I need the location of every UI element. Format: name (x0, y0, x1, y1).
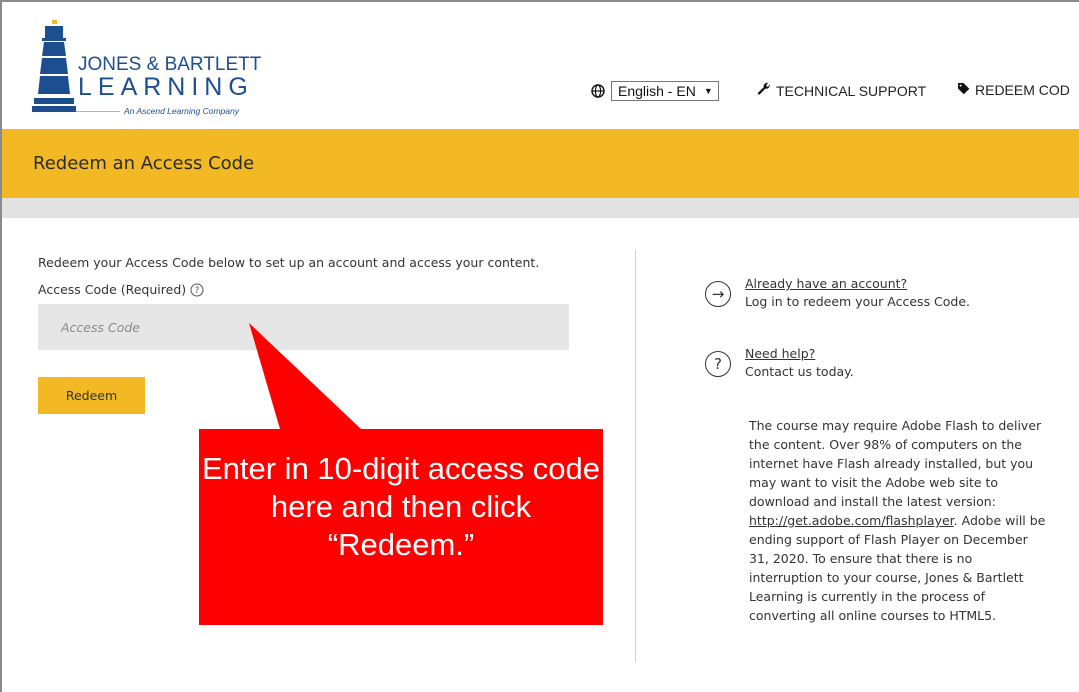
title-bar-shadow-strip (2, 198, 1079, 218)
logo-learning-line: LEARNING (78, 73, 254, 101)
logo-tag-rule (76, 111, 120, 112)
logo-tagline: An Ascend Learning Company (124, 106, 239, 116)
flash-notice: The course may require Adobe Flash to de… (749, 416, 1049, 625)
access-code-label-group: Access Code (Required) ? (38, 282, 204, 297)
nav-technical-support-label: TECHNICAL SUPPORT (776, 82, 927, 99)
flash-notice-intro: The course may require Adobe Flash to de… (749, 418, 1042, 509)
question-circle-icon[interactable]: ? (190, 283, 204, 297)
need-help-link[interactable]: Need help? (745, 346, 854, 361)
caret-down-icon: ▼ (703, 86, 713, 96)
adobe-flash-link[interactable]: http://get.adobe.com/flashplayer (749, 513, 954, 528)
flash-notice-outro: . Adobe will be ending support of Flash … (749, 513, 1046, 623)
need-help-row: ? Need help? Contact us today. (705, 346, 854, 379)
tag-icon (957, 82, 970, 98)
svg-text:?: ? (195, 286, 200, 296)
access-code-label: Access Code (Required) (38, 282, 187, 297)
globe-icon (591, 84, 605, 98)
instruction-callout: Enter in 10-digit access code here and t… (199, 323, 603, 625)
redeem-button[interactable]: Redeem (38, 377, 145, 414)
need-help-text: Contact us today. (745, 364, 854, 379)
account-help-row: → Already have an account? Log in to red… (705, 276, 970, 309)
already-have-account-link[interactable]: Already have an account? (745, 276, 970, 291)
language-selector-group: English - EN ▼ (591, 81, 719, 101)
callout-text: Enter in 10-digit access code here and t… (201, 451, 601, 562)
nav-technical-support[interactable]: TECHNICAL SUPPORT (757, 82, 926, 99)
page-title-bar: Redeem an Access Code (2, 129, 1079, 198)
language-select-value: English - EN (618, 83, 696, 99)
lighthouse-icon (32, 20, 76, 112)
language-select[interactable]: English - EN ▼ (611, 81, 719, 101)
intro-text: Redeem your Access Code below to set up … (38, 255, 540, 270)
nav-redeem-code-label: REDEEM COD (975, 82, 1070, 98)
arrow-right-circle-icon: → (705, 281, 731, 307)
column-divider (635, 250, 636, 662)
page-title: Redeem an Access Code (33, 153, 255, 174)
nav-redeem-code[interactable]: REDEEM COD (957, 82, 1070, 98)
brand-logo[interactable]: JONES & BARTLETT LEARNING An Ascend Lear… (28, 14, 261, 124)
question-circle-large-icon: ? (705, 351, 731, 377)
account-help-text: Log in to redeem your Access Code. (745, 294, 971, 309)
wrench-icon (757, 82, 771, 99)
